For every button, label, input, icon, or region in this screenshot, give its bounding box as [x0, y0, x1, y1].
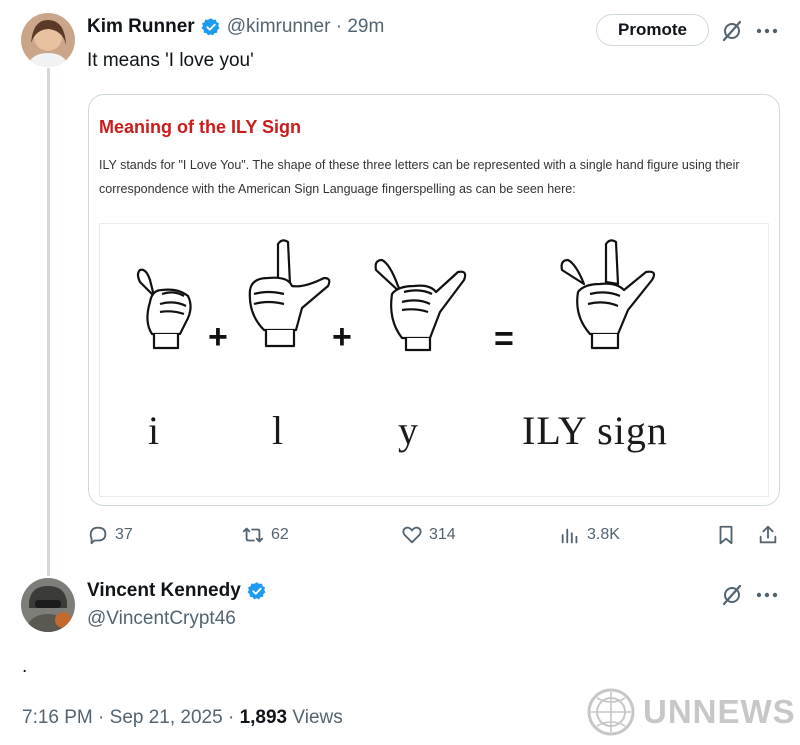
- watermark-text: UNNEWS: [643, 693, 796, 730]
- views-number: 1,893: [239, 707, 288, 728]
- like-icon: [402, 526, 422, 544]
- label-ily-sign: ILY sign: [522, 408, 668, 453]
- views-icon: [561, 528, 578, 544]
- like-count: 314: [429, 526, 456, 543]
- card-title: Meaning of the ILY Sign: [99, 117, 302, 137]
- repost-icon: [242, 527, 264, 543]
- tweet2-metadata: 7:16 PM · Sep 21, 2025 · 1,893 Views: [22, 707, 343, 729]
- views-button[interactable]: 3.8K: [559, 520, 620, 550]
- tweet1-text: It means 'I love you': [87, 50, 254, 71]
- author-handle[interactable]: @VincentCrypt46: [87, 608, 236, 630]
- more-icon[interactable]: [754, 582, 780, 608]
- author-name[interactable]: Vincent Kennedy: [87, 580, 241, 602]
- card-description: ILY stands for "I Love You". The shape o…: [99, 158, 740, 196]
- hand-y-icon: [374, 258, 467, 352]
- like-button[interactable]: 314: [401, 520, 456, 550]
- views-count: 3.8K: [587, 526, 620, 543]
- hand-ily-icon: [560, 239, 656, 350]
- tweet1-header: Kim Runner @kimrunner · 29m: [87, 14, 384, 40]
- hand-l-icon: [248, 239, 331, 348]
- equals-operator: =: [494, 320, 514, 358]
- share-icon: [759, 525, 777, 544]
- un-emblem-icon: [587, 688, 635, 736]
- verified-badge-icon: [201, 18, 220, 36]
- watermark: UNNEWS: [587, 688, 796, 736]
- hand-i-icon: [136, 268, 192, 350]
- bookmark-button[interactable]: [715, 520, 737, 550]
- reply-button[interactable]: 37: [87, 520, 133, 550]
- plus-operator-2: +: [332, 318, 352, 356]
- link-preview-card[interactable]: Meaning of the ILY Sign ILY stands for "…: [88, 94, 780, 506]
- promote-button[interactable]: Promote: [596, 14, 709, 46]
- tweet1-action-bar: 37 62 314 3.8K: [87, 520, 787, 550]
- reply-count: 37: [115, 526, 133, 543]
- grok-icon[interactable]: [719, 18, 745, 44]
- thread-connector-line: [47, 68, 50, 576]
- label-i: i: [148, 408, 160, 453]
- vincent-kennedy-avatar[interactable]: [21, 578, 75, 632]
- more-icon[interactable]: [754, 18, 780, 44]
- reply-icon: [89, 526, 107, 545]
- repost-count: 62: [271, 526, 289, 543]
- handle-and-time[interactable]: @kimrunner · 29m: [227, 16, 385, 38]
- verified-badge-icon: [247, 582, 266, 600]
- bookmark-icon: [719, 525, 733, 545]
- grok-icon[interactable]: [719, 582, 745, 608]
- label-y: y: [398, 408, 418, 453]
- post-timestamp[interactable]: 7:16 PM · Sep 21, 2025 ·: [22, 707, 240, 728]
- label-l: l: [272, 408, 284, 453]
- repost-button[interactable]: 62: [241, 520, 289, 550]
- tweet2-text: .: [22, 656, 28, 677]
- share-button[interactable]: [757, 520, 779, 550]
- tweet2-header: Vincent Kennedy: [87, 580, 267, 602]
- kim-runner-avatar[interactable]: [21, 13, 75, 67]
- plus-operator-1: +: [208, 318, 228, 356]
- views-label: Views: [287, 707, 343, 728]
- ily-sign-illustration: + + = i l y ILY sign: [99, 223, 769, 497]
- author-name[interactable]: Kim Runner: [87, 16, 195, 38]
